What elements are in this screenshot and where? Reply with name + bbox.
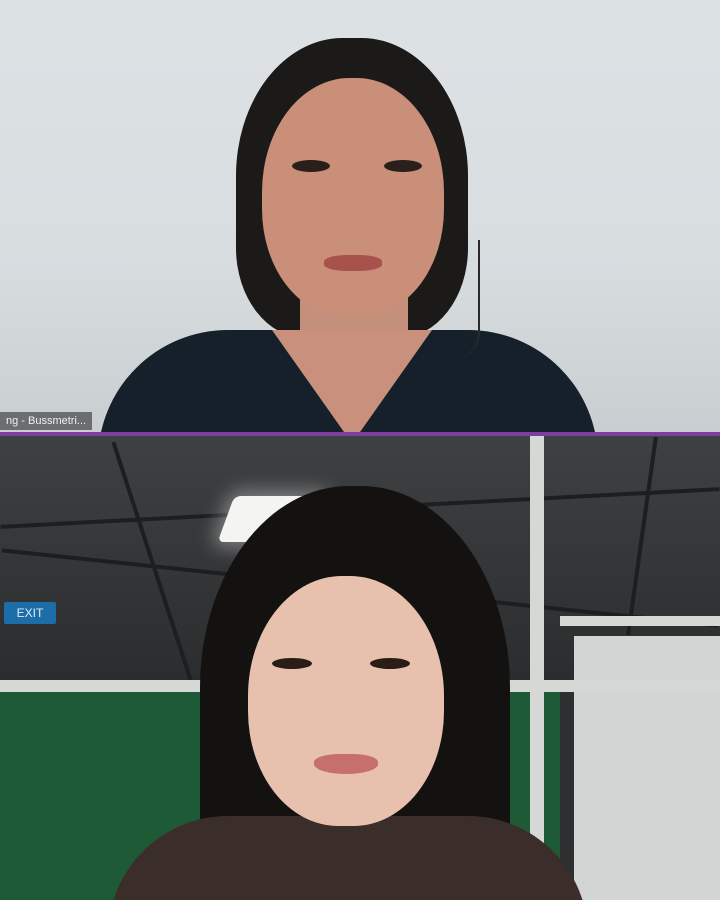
glass-partition: [574, 636, 720, 900]
participant-name-label-1: ng - Bussmetri...: [0, 412, 93, 430]
participant-tile-2[interactable]: EXIT: [0, 436, 720, 900]
participant-2-right-eye: [370, 658, 410, 669]
window-frame-vertical: [530, 436, 544, 900]
participant-1-right-eye: [384, 160, 422, 172]
participant-2-left-eye: [272, 658, 312, 669]
participant-video-1: [0, 0, 720, 432]
participant-2-lips: [314, 754, 378, 774]
window-frame-horizontal-right: [560, 616, 720, 626]
participant-2-top: [108, 816, 588, 900]
participant-1-earphone-cable: [452, 240, 480, 360]
participant-2-face: [248, 576, 444, 826]
participant-tile-1[interactable]: ng - Bussmetri...: [0, 0, 720, 432]
video-call-window: ng - Bussmetri... EXIT: [0, 0, 720, 900]
participant-1-lips: [324, 255, 382, 271]
exit-sign: EXIT: [4, 602, 56, 624]
participant-1-face: [262, 78, 444, 316]
participant-video-2: EXIT: [0, 436, 720, 900]
participant-1-left-eye: [292, 160, 330, 172]
